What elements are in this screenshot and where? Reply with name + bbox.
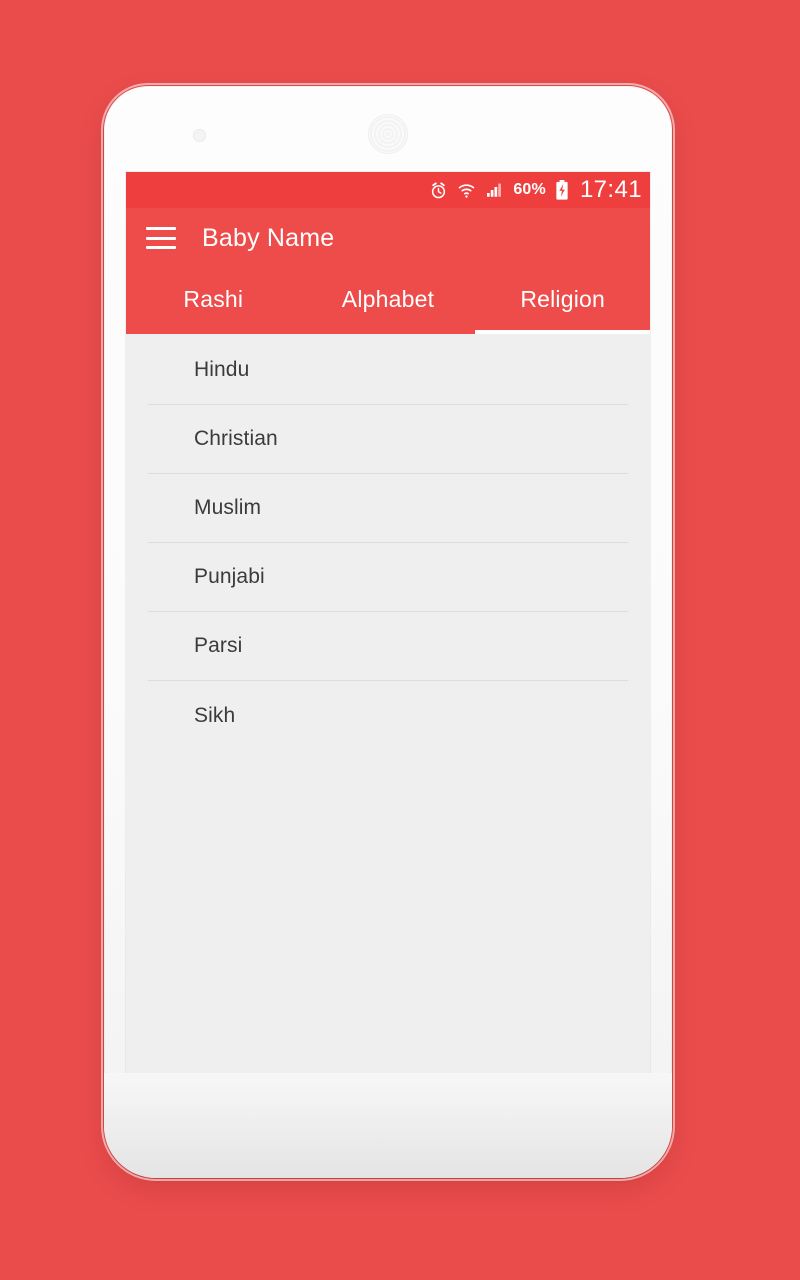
list-item[interactable]: Muslim [148, 474, 628, 543]
list-item[interactable]: Punjabi [148, 543, 628, 612]
menu-line-1 [146, 227, 176, 230]
tab-religion-label: Religion [520, 285, 606, 312]
front-camera-icon [193, 129, 206, 142]
wifi-icon [457, 181, 476, 200]
tab-rashi-label: Rashi [183, 285, 244, 312]
list-item-label: Christian [194, 427, 278, 450]
phone-bottom-bezel [104, 1073, 672, 1178]
hamburger-menu-icon[interactable] [146, 227, 176, 249]
status-bar: 60% 17:41 [126, 172, 650, 208]
tab-rashi[interactable]: Rashi [126, 268, 301, 334]
menu-line-2 [146, 236, 176, 240]
religion-list: Hindu Christian Muslim Punjabi Parsi Sik… [126, 334, 650, 750]
list-item-label: Hindu [194, 358, 250, 381]
list-item-label: Muslim [194, 496, 262, 519]
tab-bar: Rashi Alphabet Religion [126, 268, 650, 334]
list-item-label: Sikh [194, 703, 236, 727]
alarm-clock-icon [429, 181, 448, 200]
list-item-label: Parsi [194, 634, 243, 657]
tab-alphabet-label: Alphabet [341, 285, 435, 312]
app-bar: Baby Name [126, 208, 650, 268]
status-bar-clock: 17:41 [579, 176, 642, 203]
phone-screen: 60% 17:41 Baby Name Rashi Alphabet Relig… [126, 172, 650, 1085]
list-item-label: Punjabi [194, 565, 265, 588]
list-empty-area [126, 750, 650, 1085]
list-item[interactable]: Sikh [148, 681, 628, 750]
list-item[interactable]: Hindu [148, 336, 628, 405]
battery-charging-icon [555, 180, 569, 200]
phone-device-frame: 60% 17:41 Baby Name Rashi Alphabet Relig… [104, 86, 672, 1178]
list-item[interactable]: Parsi [148, 612, 628, 681]
cellular-signal-icon [485, 181, 504, 199]
list-item[interactable]: Christian [148, 405, 628, 474]
battery-percent-label: 60% [513, 181, 546, 198]
earpiece-speaker-icon [368, 114, 408, 154]
tab-religion[interactable]: Religion [475, 268, 650, 334]
app-title: Baby Name [202, 223, 335, 252]
tab-alphabet[interactable]: Alphabet [301, 268, 476, 334]
menu-line-3 [146, 246, 176, 249]
